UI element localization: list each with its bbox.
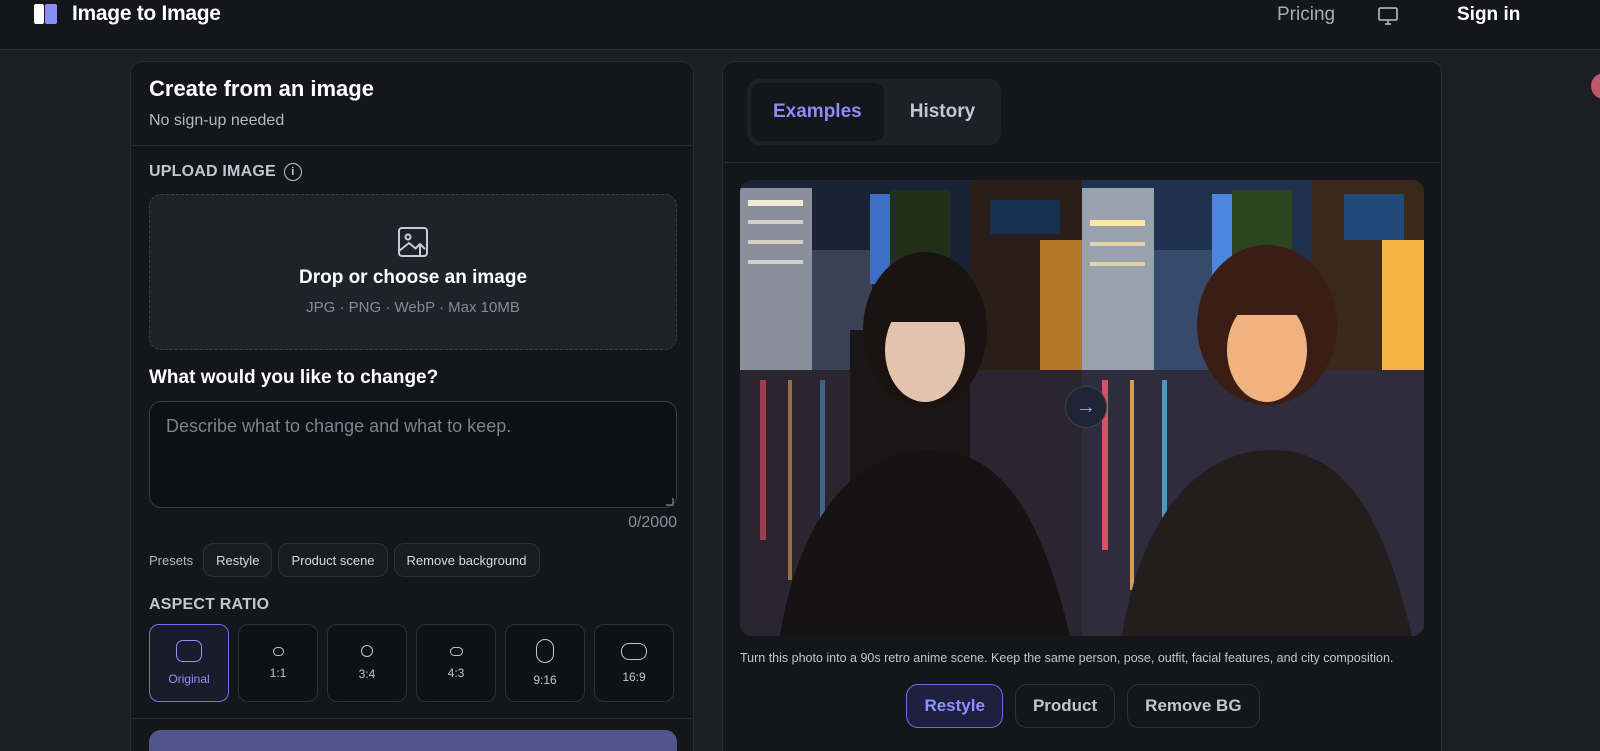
original-photo-illustration: [740, 180, 1082, 636]
brand[interactable]: Image to Image: [32, 0, 221, 28]
aspect-ratio-16-9[interactable]: 16:9: [594, 624, 674, 702]
page-title: Create from an image: [149, 76, 374, 101]
example-remove-bg-button[interactable]: Remove BG: [1127, 684, 1260, 728]
preset-restyle-button[interactable]: Restyle: [203, 543, 273, 577]
aspect-ratio-original[interactable]: Original: [149, 624, 229, 702]
tab-history[interactable]: History: [888, 83, 997, 141]
original-photo: [740, 180, 1082, 636]
textarea-resize-handle[interactable]: [666, 498, 674, 506]
aspect-ratio-4-3[interactable]: 4:3: [416, 624, 496, 702]
monitor-icon[interactable]: [1377, 6, 1399, 26]
aspect-ratio-9-16[interactable]: 9:16: [505, 624, 585, 702]
ratio-original-icon: [176, 640, 202, 662]
aspect-ratio-label: ASPECT RATIO: [149, 596, 270, 613]
upload-image-label-text: UPLOAD IMAGE: [149, 163, 276, 180]
example-product-button[interactable]: Product: [1014, 684, 1116, 728]
divider: [723, 162, 1441, 163]
ratio-label: 16:9: [622, 669, 646, 684]
create-panel-header: Create from an image No sign-up needed: [131, 62, 693, 146]
example-caption: Turn this photo into a 90s retro anime s…: [740, 651, 1394, 665]
ratio-landscape-icon: [449, 646, 463, 656]
example-category-buttons: Restyle Product Remove BG: [723, 684, 1441, 728]
upload-image-label: UPLOAD IMAGE i: [149, 163, 302, 181]
ratio-label: 9:16: [533, 673, 557, 687]
anime-result: [1082, 180, 1424, 636]
prompt-label: What would you like to change?: [149, 367, 439, 388]
top-navigation-bar: Image to Image Pricing Sign in: [0, 0, 1600, 50]
create-panel: Create from an image No sign-up needed U…: [130, 61, 694, 751]
image-dropzone[interactable]: Drop or choose an image JPG · PNG · WebP…: [149, 194, 677, 350]
ratio-portrait-icon: [361, 645, 373, 657]
dropzone-title: Drop or choose an image: [298, 267, 528, 288]
examples-panel: Examples History → Turn this photo into …: [722, 61, 1442, 751]
preset-product-scene-button[interactable]: Product scene: [278, 543, 388, 577]
divider: [131, 718, 693, 719]
ratio-label: 1:1: [269, 665, 287, 680]
ratio-tall-icon: [536, 639, 554, 663]
aspect-ratio-1-1[interactable]: 1:1: [238, 624, 318, 702]
preset-remove-background-button[interactable]: Remove background: [393, 543, 540, 577]
ratio-wide-icon: [621, 642, 647, 660]
anime-result-illustration: [1082, 180, 1424, 636]
examples-tabs: Examples History: [747, 79, 1001, 145]
brand-title: Image to Image: [72, 2, 221, 25]
ratio-square-icon: [272, 646, 284, 656]
example-restyle-button[interactable]: Restyle: [906, 684, 1003, 728]
compare-arrow-icon: →: [1065, 386, 1107, 428]
aspect-ratio-options: Original 1:1 3:4 4:3 9:16 16:9: [149, 624, 674, 702]
pricing-link[interactable]: Pricing: [1277, 4, 1335, 26]
character-counter: 0/2000: [628, 514, 677, 531]
tab-examples[interactable]: Examples: [751, 83, 884, 141]
image-to-image-logo: [32, 2, 60, 26]
floating-avatar[interactable]: [1591, 73, 1600, 99]
presets-label: Presets: [149, 552, 194, 568]
dropzone-hint: JPG · PNG · WebP · Max 10MB: [306, 299, 520, 316]
aspect-ratio-3-4[interactable]: 3:4: [327, 624, 407, 702]
image-upload-icon: [396, 225, 430, 259]
info-icon[interactable]: i: [283, 163, 302, 181]
prompt-textarea[interactable]: [149, 401, 677, 508]
ratio-label: Original: [168, 672, 210, 686]
ratio-label: 3:4: [358, 667, 376, 681]
ratio-label: 4:3: [447, 665, 465, 680]
before-after-comparison: →: [740, 180, 1424, 636]
sign-in-link[interactable]: Sign in: [1457, 4, 1520, 26]
generate-button[interactable]: [149, 730, 677, 751]
page-subtitle: No sign-up needed: [149, 112, 285, 129]
presets-row: Presets Restyle Product scene Remove bac…: [149, 543, 540, 577]
